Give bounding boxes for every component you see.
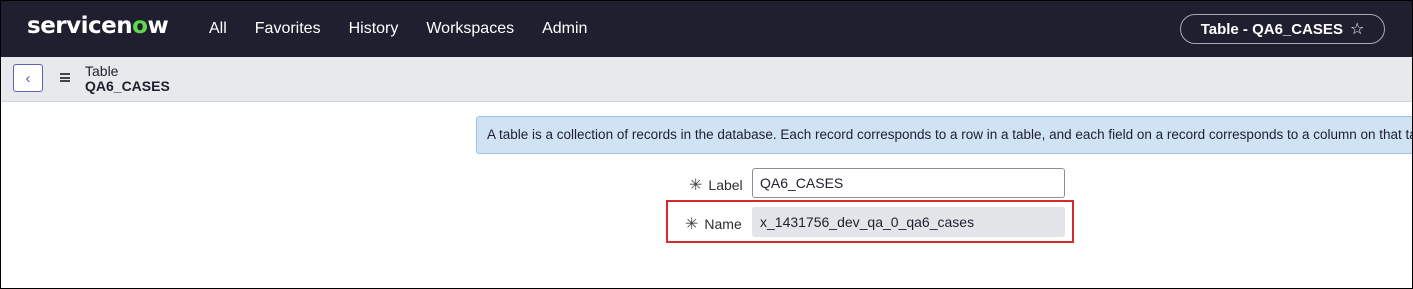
menu-workspaces[interactable]: Workspaces [426, 1, 514, 57]
name-input[interactable] [752, 207, 1065, 237]
required-asterisk-icon: ✳ [685, 216, 699, 233]
context-pill-label: Table - QA6_CASES [1200, 20, 1343, 38]
chevron-left-icon: ‹ [25, 69, 31, 87]
context-pill[interactable]: Table - QA6_CASES ☆ [1180, 14, 1385, 44]
logo-text-end: w [147, 13, 169, 39]
logo-letter-o: o [132, 13, 148, 39]
main-menu: All Favorites History Workspaces Admin [209, 1, 615, 57]
top-navigation-bar: servicenow All Favorites History Workspa… [1, 1, 1412, 57]
record-type: Table [85, 63, 119, 79]
label-input[interactable] [752, 168, 1065, 198]
menu-history[interactable]: History [349, 1, 399, 57]
menu-all[interactable]: All [209, 1, 227, 57]
back-button[interactable]: ‹ [13, 64, 43, 92]
menu-favorites[interactable]: Favorites [255, 1, 321, 57]
label-field-text: Label [708, 177, 743, 193]
star-icon[interactable]: ☆ [1350, 19, 1364, 39]
app-window: servicenow All Favorites History Workspa… [0, 0, 1413, 289]
name-field-label: ✳ Name [685, 214, 742, 234]
record-name: QA6_CASES [85, 78, 170, 94]
required-asterisk-icon: ✳ [689, 177, 703, 194]
menu-admin[interactable]: Admin [542, 1, 587, 57]
servicenow-logo[interactable]: servicenow [27, 13, 169, 39]
label-field-label: ✳ Label [689, 175, 743, 195]
info-message: A table is a collection of records in th… [476, 116, 1412, 154]
form-header-bar: ‹ [1, 57, 1412, 102]
logo-text-start: servicen [27, 13, 133, 39]
name-field-text: Name [704, 216, 742, 232]
hamburger-icon[interactable] [60, 73, 70, 82]
